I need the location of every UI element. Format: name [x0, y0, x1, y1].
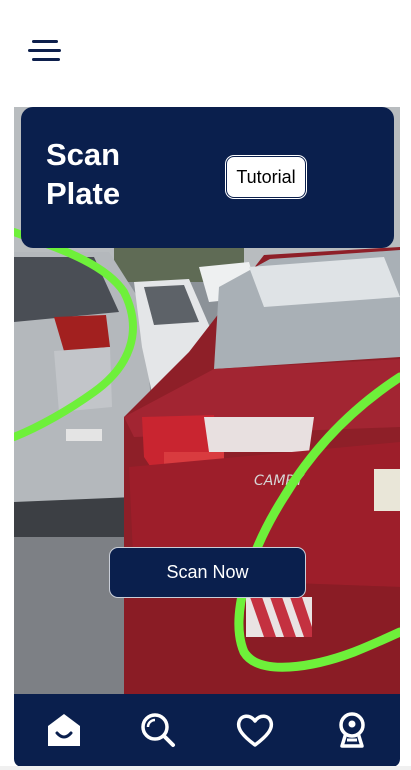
nav-favorites[interactable]	[235, 710, 275, 750]
nav-home[interactable]	[44, 710, 84, 750]
profile-icon	[339, 712, 365, 748]
scan-now-button[interactable]: Scan Now	[109, 547, 306, 598]
page-title: Scan Plate	[46, 137, 121, 211]
search-icon	[141, 713, 175, 747]
nav-profile[interactable]	[332, 710, 372, 750]
bottom-divider	[0, 766, 411, 770]
heart-icon	[236, 714, 274, 747]
home-icon	[48, 714, 80, 746]
nav-search[interactable]	[138, 710, 178, 750]
bottom-navigation	[14, 694, 400, 767]
hamburger-menu-icon[interactable]	[28, 34, 64, 64]
scan-plate-screen: CAMRY Scan Plate Tutorial Scan Now	[0, 0, 411, 770]
tutorial-button[interactable]: Tutorial	[226, 156, 306, 198]
header-card: Scan Plate Tutorial	[21, 107, 394, 248]
